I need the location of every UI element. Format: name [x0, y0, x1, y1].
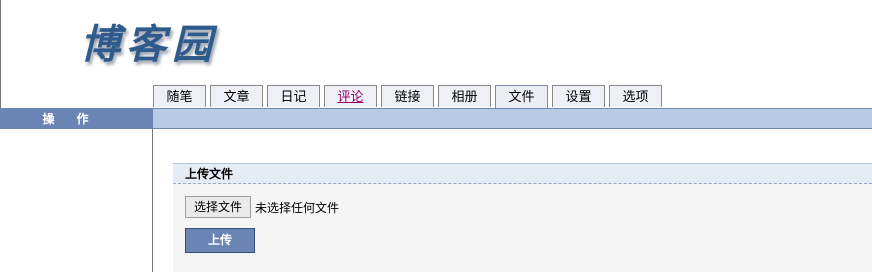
- tab-label: 日记: [280, 90, 307, 105]
- sidebar-divider: [152, 129, 153, 272]
- tab-xuanxiang[interactable]: 选项: [609, 85, 662, 107]
- tab-wenzhang[interactable]: 文章: [210, 85, 263, 107]
- upload-section-title: 上传文件: [173, 163, 872, 184]
- tab-label: 评论: [337, 90, 364, 105]
- tab-label: 相册: [451, 90, 478, 105]
- tab-xiangce[interactable]: 相册: [438, 85, 491, 107]
- file-picker: 选择文件 未选择任何文件: [185, 196, 339, 218]
- tab-riji[interactable]: 日记: [267, 85, 320, 107]
- tab-label: 文章: [223, 90, 250, 105]
- tab-pinglun[interactable]: 评论: [324, 85, 377, 107]
- sidebar-title: 操作: [0, 108, 153, 129]
- tab-label: 设置: [565, 90, 592, 105]
- tab-lianjie[interactable]: 链接: [381, 85, 434, 107]
- tab-suibi[interactable]: 随笔: [153, 85, 206, 107]
- tab-label: 文件: [508, 90, 535, 105]
- tab-shezhi[interactable]: 设置: [552, 85, 605, 107]
- no-file-label: 未选择任何文件: [255, 200, 340, 215]
- upload-button[interactable]: 上传: [185, 228, 255, 253]
- left-border: [0, 0, 1, 110]
- tab-label: 随笔: [166, 90, 193, 105]
- site-logo[interactable]: 博客园: [80, 12, 218, 70]
- tab-label: 选项: [622, 90, 649, 105]
- upload-panel: 上传文件 选择文件 未选择任何文件 上传: [173, 163, 872, 272]
- choose-file-button[interactable]: 选择文件: [185, 196, 252, 218]
- tab-wenjian[interactable]: 文件: [495, 85, 548, 108]
- nav-tabs: 随笔 文章 日记 评论 链接 相册 文件 设置 选项: [153, 85, 666, 108]
- tab-label: 链接: [394, 90, 421, 105]
